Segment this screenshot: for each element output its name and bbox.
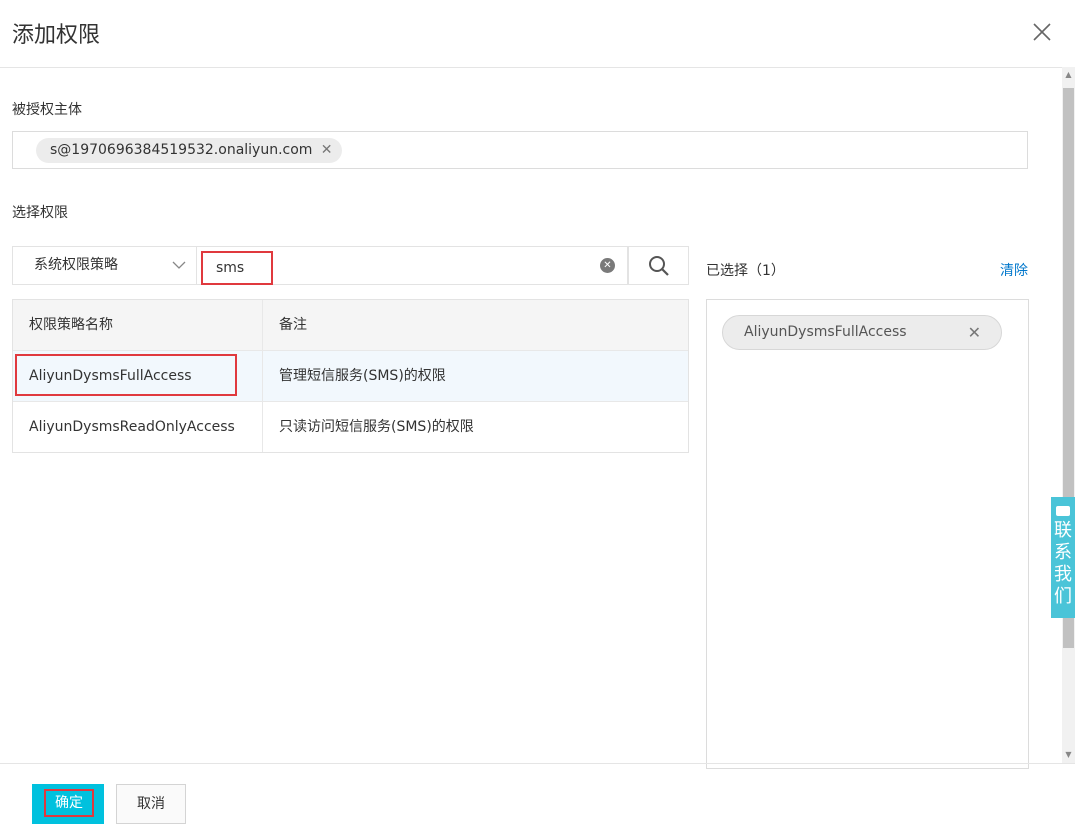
scroll-down-arrow-icon[interactable]: ▼ xyxy=(1062,747,1075,763)
clear-selection-link[interactable]: 清除 xyxy=(1000,260,1028,280)
highlight-box xyxy=(15,354,237,396)
ok-button-label: 确定 xyxy=(44,789,94,817)
policy-name: AliyunDysmsReadOnlyAccess xyxy=(29,419,235,435)
chat-icon xyxy=(1056,506,1070,516)
policy-name-cell: AliyunDysmsFullAccess xyxy=(13,351,263,401)
search-icon xyxy=(649,256,669,276)
clear-search-icon[interactable]: ✕ xyxy=(600,258,615,273)
column-header-note: 备注 xyxy=(279,317,307,333)
selected-list xyxy=(706,299,1029,769)
table-row[interactable]: AliyunDysmsFullAccess 管理短信服务(SMS)的权限 xyxy=(13,350,688,401)
close-icon[interactable] xyxy=(1030,20,1054,44)
chevron-down-icon xyxy=(172,261,186,269)
table-row[interactable]: AliyunDysmsReadOnlyAccess 只读访问短信服务(SMS)的… xyxy=(13,401,688,452)
remove-principal-icon[interactable]: ✕ xyxy=(321,138,333,163)
table-header-row: 权限策略名称 备注 xyxy=(13,300,688,350)
policy-note-cell: 只读访问短信服务(SMS)的权限 xyxy=(279,419,474,435)
ok-button[interactable]: 确定 xyxy=(32,784,104,824)
dialog-title: 添加权限 xyxy=(12,23,101,48)
cancel-button[interactable]: 取消 xyxy=(116,784,186,824)
principal-label: 被授权主体 xyxy=(12,102,82,118)
remove-selected-icon[interactable]: ✕ xyxy=(968,316,981,349)
contact-us-label: 联系我们 xyxy=(1054,520,1072,607)
policy-type-select[interactable]: 系统权限策略 xyxy=(12,246,197,285)
footer-divider xyxy=(0,763,1075,764)
policy-name-cell: AliyunDysmsReadOnlyAccess xyxy=(13,402,263,452)
selected-policy-text: AliyunDysmsFullAccess xyxy=(744,324,907,340)
contact-us-button[interactable]: 联系我们 xyxy=(1051,497,1075,618)
search-input-value[interactable]: sms xyxy=(201,251,273,285)
principal-tag-text: s@1970696384519532.onaliyun.com xyxy=(50,142,313,158)
policy-table: 权限策略名称 备注 AliyunDysmsFullAccess 管理短信服务(S… xyxy=(12,299,689,453)
scroll-up-arrow-icon[interactable]: ▲ xyxy=(1062,67,1075,83)
selected-policy-tag: AliyunDysmsFullAccess ✕ xyxy=(722,315,1002,350)
search-button[interactable] xyxy=(628,246,689,285)
policy-type-value: 系统权限策略 xyxy=(34,257,118,273)
header-divider xyxy=(0,67,1062,68)
selected-title: 已选择（1） xyxy=(706,263,785,279)
principal-tag: s@1970696384519532.onaliyun.com ✕ xyxy=(36,138,343,163)
policy-note-cell: 管理短信服务(SMS)的权限 xyxy=(279,368,446,384)
column-header-name: 权限策略名称 xyxy=(13,300,263,350)
permissions-label: 选择权限 xyxy=(12,205,68,221)
